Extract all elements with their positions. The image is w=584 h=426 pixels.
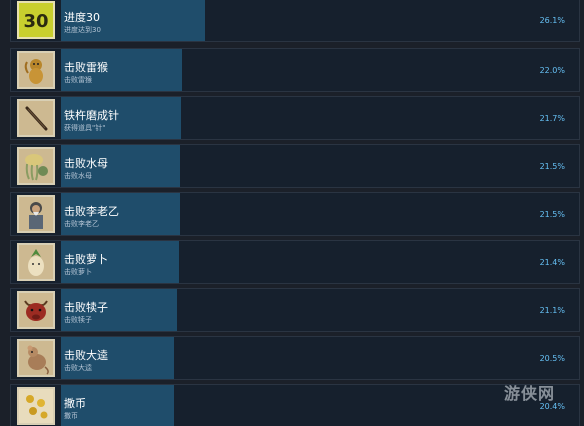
rat-icon: [17, 339, 55, 377]
achievement-title: 击败水母: [64, 157, 108, 170]
unlock-percentage: 20.5%: [539, 354, 565, 363]
unlock-percentage: 26.1%: [539, 16, 565, 25]
needle-icon: [17, 99, 55, 137]
achievement-title: 撒币: [64, 397, 86, 410]
achievement-row[interactable]: 铁杵磨成针 获得道具"针" 21.7%: [10, 96, 580, 140]
achievement-row[interactable]: 撒币 撒币 20.4%: [10, 384, 580, 426]
bull-icon: [17, 291, 55, 329]
achievement-description: 击败雷猴: [64, 76, 92, 84]
unlock-percentage: 21.7%: [539, 114, 565, 123]
coins-icon: [17, 387, 55, 425]
achievement-row[interactable]: 击败雷猴 击败雷猴 22.0%: [10, 48, 580, 92]
unlock-percentage: 21.5%: [539, 210, 565, 219]
achievement-description: 撒币: [64, 412, 78, 420]
achievement-description: 击败萝卜: [64, 268, 92, 276]
achievement-title: 击败李老乙: [64, 205, 119, 218]
achievement-title: 击败大逵: [64, 349, 108, 362]
radish-icon: [17, 243, 55, 281]
achievement-title: 击败萝卜: [64, 253, 108, 266]
monkey-icon: [17, 51, 55, 89]
achievement-description: 获得道具"针": [64, 124, 106, 132]
old-man-icon: [17, 195, 55, 233]
achievement-list: 30 进度30 进度达到30 26.1% 击败雷猴 击败雷猴 22.0% 铁杵磨…: [0, 0, 584, 426]
achievement-description: 击败犊子: [64, 316, 92, 324]
achievement-row[interactable]: 击败李老乙 击败李老乙 21.5%: [10, 192, 580, 236]
achievement-description: 进度达到30: [64, 26, 101, 34]
achievement-title: 铁杵磨成针: [64, 109, 119, 122]
achievement-description: 击败水母: [64, 172, 92, 180]
achievement-row[interactable]: 击败犊子 击败犊子 21.1%: [10, 288, 580, 332]
achievement-row[interactable]: 击败水母 击败水母 21.5%: [10, 144, 580, 188]
achievement-title: 进度30: [64, 11, 100, 24]
svg-text:30: 30: [23, 11, 48, 32]
unlock-percentage: 21.5%: [539, 162, 565, 171]
achievement-title: 击败雷猴: [64, 61, 108, 74]
jellyfish-icon: [17, 147, 55, 185]
unlock-percentage: 21.4%: [539, 258, 565, 267]
achievement-title: 击败犊子: [64, 301, 108, 314]
achievement-row[interactable]: 击败萝卜 击败萝卜 21.4%: [10, 240, 580, 284]
unlock-percentage: 21.1%: [539, 306, 565, 315]
number-30-icon: 30: [17, 1, 55, 39]
unlock-percentage: 22.0%: [539, 66, 565, 75]
watermark: 游侠网: [504, 384, 556, 403]
achievement-row[interactable]: 30 进度30 进度达到30 26.1%: [10, 0, 580, 42]
achievement-description: 击败李老乙: [64, 220, 99, 228]
achievement-row[interactable]: 击败大逵 击败大逵 20.5%: [10, 336, 580, 380]
achievement-description: 击败大逵: [64, 364, 92, 372]
